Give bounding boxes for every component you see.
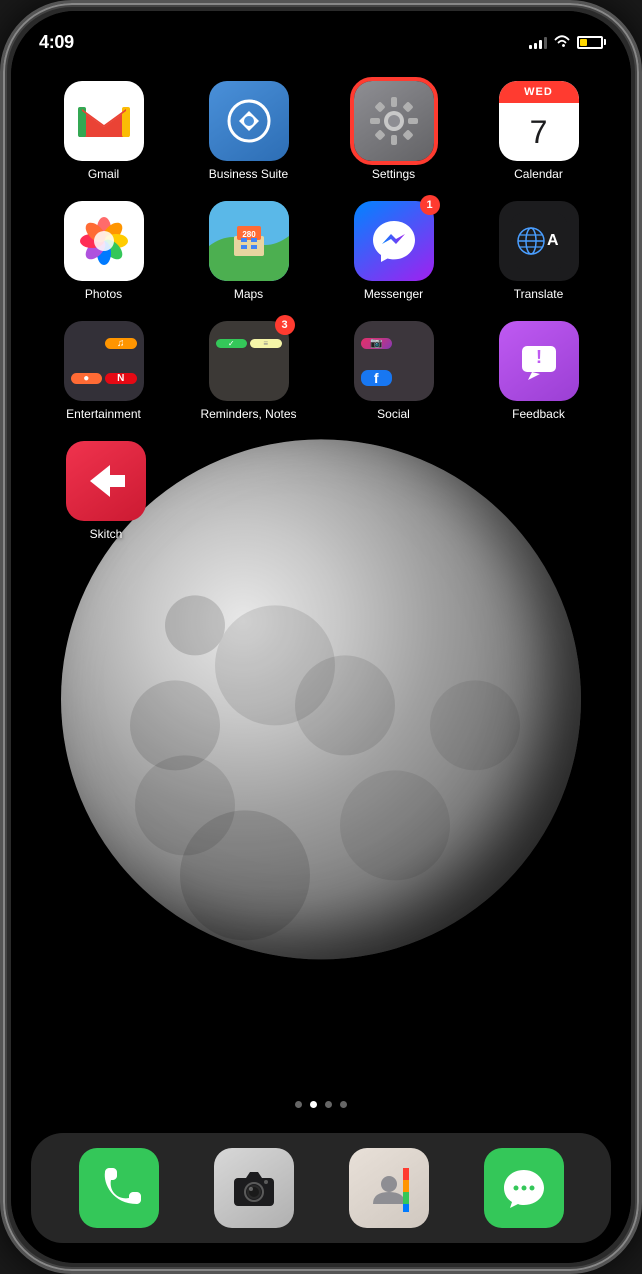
app-messenger[interactable]: 1 xyxy=(329,201,459,301)
social-label: Social xyxy=(377,407,410,421)
reminders-badge: 3 xyxy=(275,315,295,335)
app-business-suite[interactable]: Business Suite xyxy=(184,81,314,181)
maps-label: Maps xyxy=(234,287,263,301)
photos-label: Photos xyxy=(85,287,122,301)
calendar-label: Calendar xyxy=(514,167,563,181)
dock xyxy=(31,1133,611,1243)
messages-dock-icon xyxy=(484,1148,564,1228)
app-settings[interactable]: Settings xyxy=(329,81,459,181)
entertainment-folder-icon: ♫ ● N xyxy=(64,321,144,401)
gmail-label: Gmail xyxy=(88,167,119,181)
status-time: 4:09 xyxy=(39,32,74,53)
svg-text:!: ! xyxy=(536,347,542,367)
photos-icon xyxy=(64,201,144,281)
calendar-day-label: WED xyxy=(524,86,553,98)
dock-messages[interactable] xyxy=(484,1148,564,1228)
battery-fill xyxy=(580,39,587,46)
app-grid: Gmail Business S xyxy=(11,71,631,571)
notch xyxy=(246,11,396,39)
app-calendar[interactable]: WED 7 Calendar xyxy=(474,81,604,181)
feedback-icon: ! xyxy=(499,321,579,401)
page-dot-2 xyxy=(310,1101,317,1108)
contacts-dock-icon xyxy=(349,1148,429,1228)
camera-dock-icon xyxy=(214,1148,294,1228)
app-translate[interactable]: A Translate xyxy=(474,201,604,301)
dock-camera[interactable] xyxy=(214,1148,294,1228)
page-dot-1 xyxy=(295,1101,302,1108)
calendar-date: 7 xyxy=(530,114,548,151)
app-entertainment-folder[interactable]: ♫ ● N Entertainment xyxy=(39,321,169,421)
svg-text:A: A xyxy=(547,232,559,249)
signal-icon xyxy=(529,35,547,49)
settings-label: Settings xyxy=(372,167,415,181)
phone-dock-icon xyxy=(79,1148,159,1228)
app-row-2: Photos 280 xyxy=(31,201,611,301)
calendar-icon: WED 7 xyxy=(499,81,579,161)
maps-icon: 280 xyxy=(209,201,289,281)
app-reminders-notes-folder[interactable]: 3 ✓ ≡ Reminders, Notes xyxy=(184,321,314,421)
app-gmail[interactable]: Gmail xyxy=(39,81,169,181)
page-dot-3 xyxy=(325,1101,332,1108)
phone-frame: 4:09 xyxy=(0,0,642,1274)
messenger-badge: 1 xyxy=(420,195,440,215)
app-row-3: ♫ ● N Entertainment 3 ✓ ≡ xyxy=(31,321,611,421)
messenger-label: Messenger xyxy=(364,287,423,301)
social-folder-icon: 📷 f xyxy=(354,321,434,401)
wifi-icon xyxy=(553,34,571,51)
app-row-4: Skitch xyxy=(31,441,611,541)
app-row-1: Gmail Business S xyxy=(31,81,611,181)
page-dot-4 xyxy=(340,1101,347,1108)
skitch-icon xyxy=(66,441,146,521)
reminders-folder-icon: ✓ ≡ xyxy=(209,321,289,401)
battery-icon xyxy=(577,36,603,49)
dock-contacts[interactable] xyxy=(349,1148,429,1228)
messenger-icon xyxy=(354,201,434,281)
skitch-label: Skitch xyxy=(90,527,123,541)
gmail-icon xyxy=(64,81,144,161)
status-icons xyxy=(529,34,603,51)
app-photos[interactable]: Photos xyxy=(39,201,169,301)
app-maps[interactable]: 280 Maps xyxy=(184,201,314,301)
dock-phone[interactable] xyxy=(79,1148,159,1228)
phone-screen: 4:09 xyxy=(11,11,631,1263)
feedback-label: Feedback xyxy=(512,407,565,421)
translate-icon: A xyxy=(499,201,579,281)
app-feedback[interactable]: ! Feedback xyxy=(474,321,604,421)
business-suite-label: Business Suite xyxy=(209,167,288,181)
reminders-notes-label: Reminders, Notes xyxy=(200,407,296,421)
translate-label: Translate xyxy=(514,287,564,301)
app-skitch[interactable]: Skitch xyxy=(41,441,171,541)
entertainment-label: Entertainment xyxy=(66,407,141,421)
app-social-folder[interactable]: 📷 f Social xyxy=(329,321,459,421)
settings-highlight-border xyxy=(350,77,438,165)
svg-text:280: 280 xyxy=(242,230,256,239)
business-suite-icon xyxy=(209,81,289,161)
page-dots xyxy=(11,1101,631,1108)
